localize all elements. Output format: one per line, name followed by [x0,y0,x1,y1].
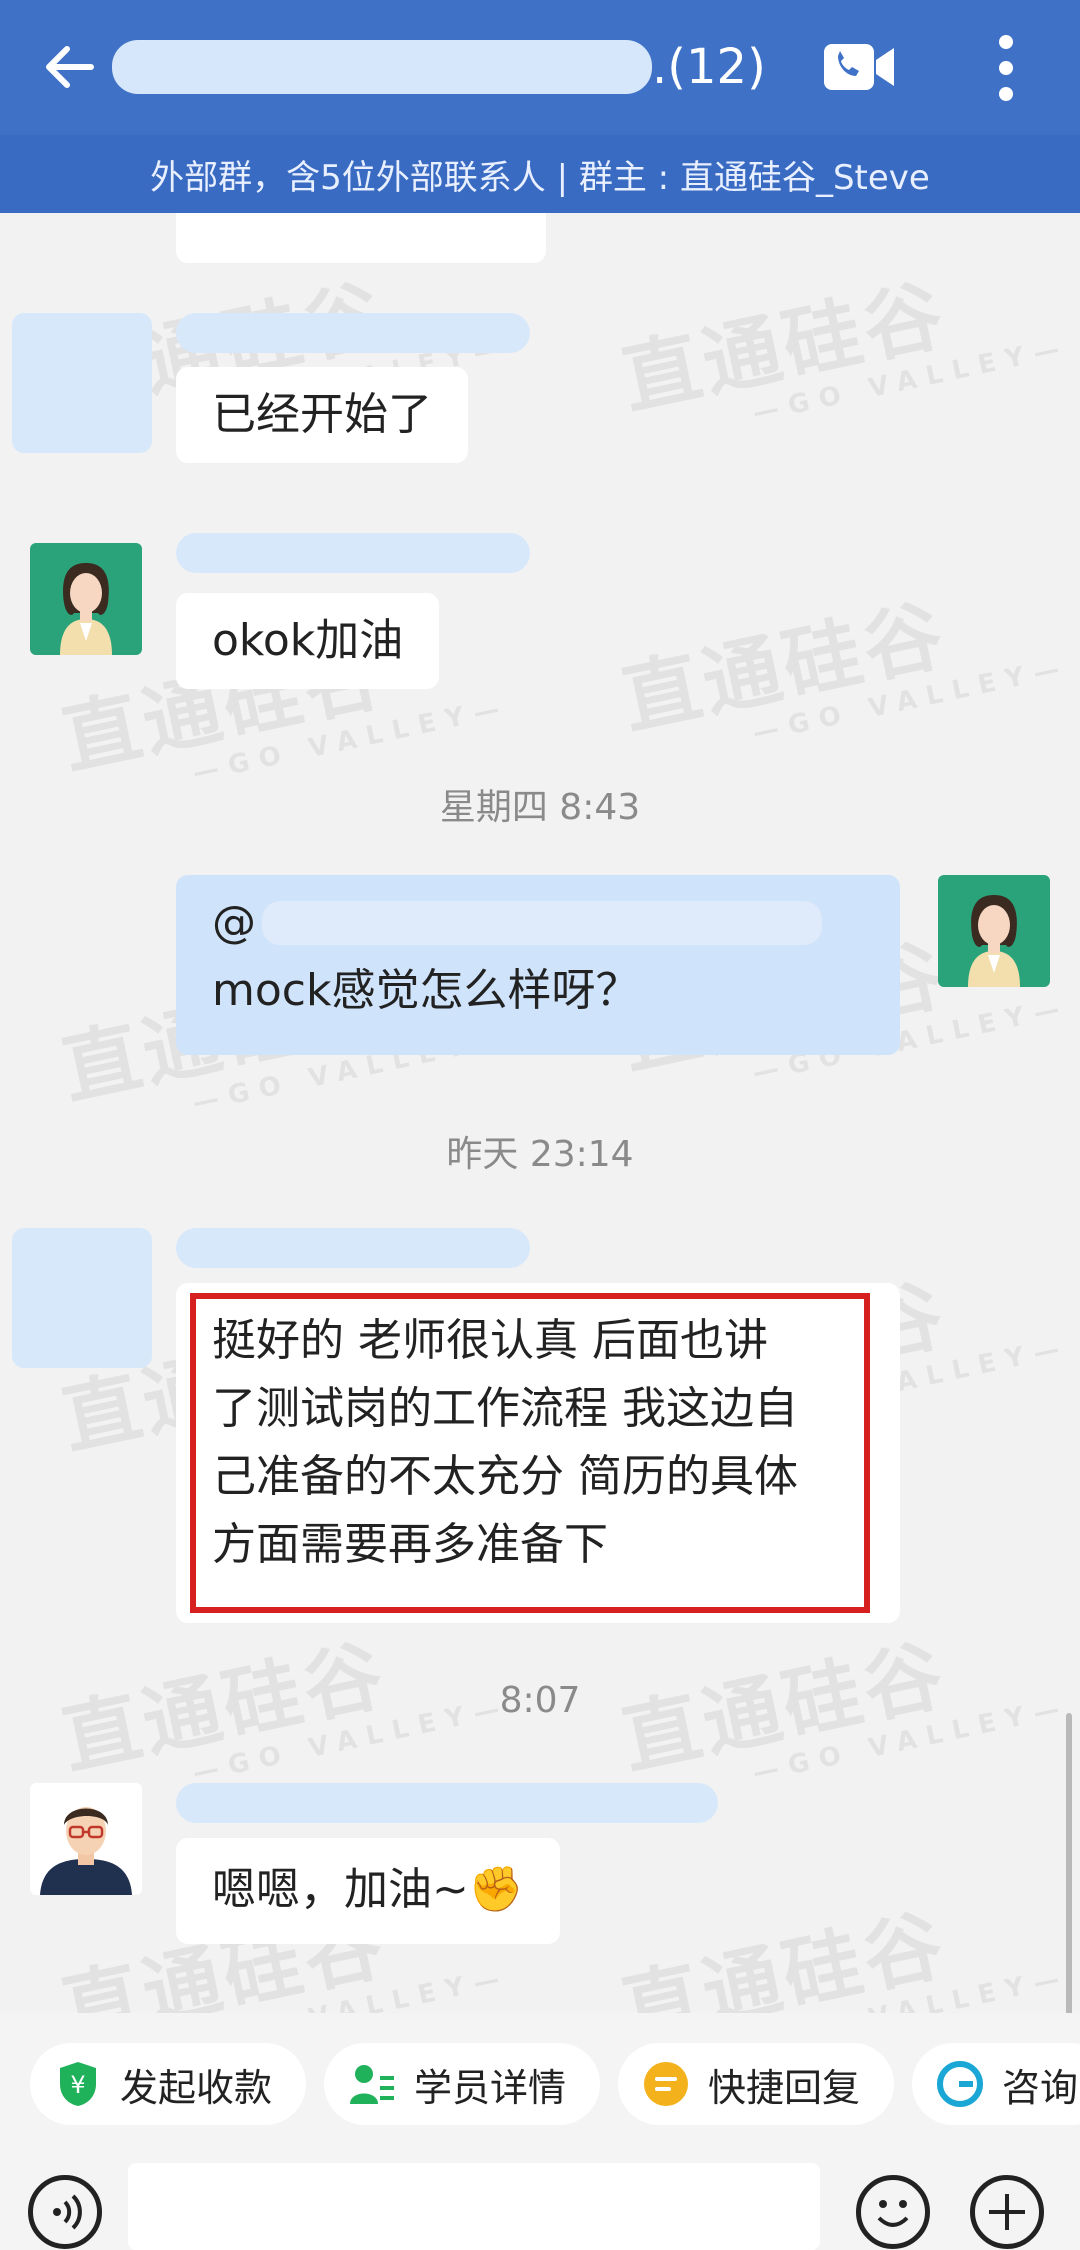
more-options-button[interactable] [976,30,1036,106]
message-bubble[interactable]: 已经开始了 [176,367,468,463]
video-call-icon [824,44,894,90]
more-input-button[interactable] [970,2175,1044,2249]
message-bubble[interactable]: 嗯嗯，加油~✊ [176,1838,560,1944]
highlight-box [190,1293,870,1613]
back-button[interactable] [34,32,104,102]
message-text: 嗯嗯，加油~✊ [212,1864,524,1915]
timestamp: 星期四 8:43 [439,787,641,828]
g-logo-icon [936,2060,984,2108]
sender-name-redacted [176,1228,530,1268]
quick-action-quick-reply[interactable]: 快捷回复 [618,2043,895,2125]
teacher-avatar[interactable] [30,1783,142,1895]
man-avatar-icon [30,1783,142,1895]
my-message-bubble[interactable]: @ mock感觉怎么样呀？ [176,875,900,1055]
timestamp: 昨天 23:14 [446,1134,634,1175]
plus-icon [989,2194,1025,2230]
chat-header: .(12) [0,0,1080,135]
avatar-redacted[interactable] [12,313,152,453]
message-bubble-clipped[interactable] [176,213,546,263]
quick-action-label: 咨询 [1002,2065,1079,2110]
watermark: 直通硅谷—GO VALLEY— [614,589,1073,749]
sender-name-redacted [176,1783,718,1823]
mention-name-redacted [262,901,822,945]
chat-area[interactable]: 直通硅谷 —GO VALLEY— 直通硅谷 —GO VALLEY— 直通硅谷 —GO … [0,213,1080,2013]
quick-action-label: 快捷回复 [708,2065,861,2110]
video-call-button[interactable] [820,38,900,96]
more-dot-icon [999,61,1013,75]
scrollbar-thumb[interactable] [1066,1713,1072,2013]
agent-avatar[interactable] [30,543,142,655]
message-text: mock感觉怎么样呀？ [212,965,640,1016]
quick-action-label: 发起收款 [120,2065,273,2110]
group-member-count: .(12) [652,39,766,95]
my-avatar[interactable] [938,875,1050,987]
message-input[interactable] [128,2163,820,2250]
sender-name-redacted [176,313,530,353]
quick-reply-icon [642,2060,690,2108]
shield-yen-icon: ¥ [54,2060,102,2108]
more-dot-icon [999,87,1013,101]
avatar-redacted[interactable] [12,1228,152,1368]
more-dot-icon [999,35,1013,49]
quick-action-label: 学员详情 [414,2065,567,2110]
svg-text:¥: ¥ [70,2071,85,2099]
quick-actions-bar: ¥ 发起收款 学员详情 快捷回复 咨询 [0,2013,1080,2153]
voice-input-button[interactable] [28,2175,102,2249]
message-text: okok加油 [212,615,404,666]
back-arrow-icon [46,46,94,88]
input-bar [0,2153,1080,2250]
message-text: 已经开始了 [212,389,432,440]
timestamp: 8:07 [499,1680,581,1721]
message-bubble[interactable]: okok加油 [176,593,440,689]
mention-at: @ [212,897,256,948]
external-group-info: 外部群，含5位外部联系人 | 群主 : 直通硅谷_Steve [0,135,1080,213]
sender-name-redacted [176,533,530,573]
quick-action-consult[interactable]: 咨询 [912,2043,1080,2125]
woman-avatar-icon [938,875,1050,987]
quick-action-student-details[interactable]: 学员详情 [324,2043,601,2125]
smiley-icon [877,2200,909,2227]
quick-action-payment[interactable]: ¥ 发起收款 [30,2043,307,2125]
watermark: 直通硅谷—GO VALLEY— [614,1899,1073,2013]
emoji-button[interactable] [856,2175,930,2249]
voice-icon [53,2194,82,2230]
woman-avatar-icon [30,543,142,655]
group-name-redacted [112,40,652,94]
user-card-icon [348,2060,396,2108]
watermark: 直通硅谷—GO VALLEY— [614,269,1073,429]
